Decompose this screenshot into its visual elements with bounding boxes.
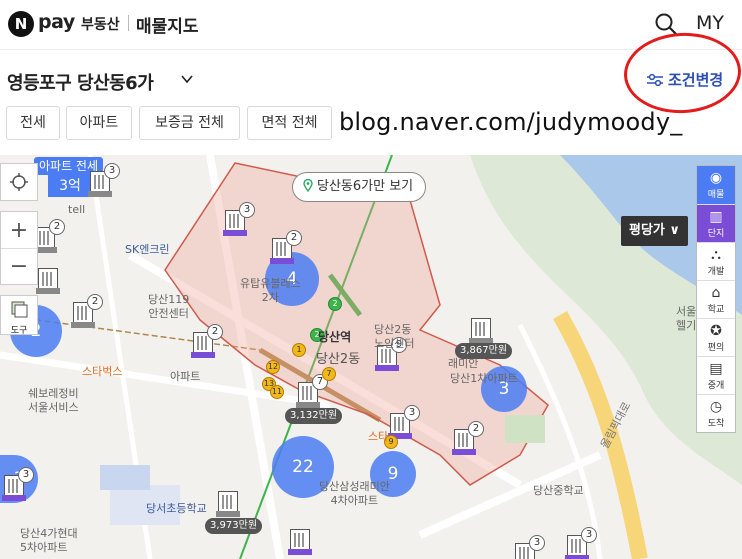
station-marker[interactable]: 12 bbox=[266, 360, 280, 374]
top-bar: N pay 부동산 매물지도 MY bbox=[0, 0, 742, 50]
map-label: 당산2동 bbox=[316, 352, 361, 367]
pyeong-label: 평당가 bbox=[629, 223, 665, 238]
filter-chip-area[interactable]: 면적 전체 bbox=[247, 106, 332, 140]
toolbar-label: 중개 bbox=[707, 381, 725, 391]
search-icon[interactable] bbox=[654, 12, 678, 36]
apartment-price-tag[interactable]: 3억 bbox=[48, 175, 92, 197]
toolbar-agent[interactable]: ▤ 중개 bbox=[697, 356, 735, 394]
right-toolbar: ◉ 매물 ▥ 단지 ⛬ 개발 ⌂ 학교 ✪ 편의 ▤ 중개 ◷ 도착 bbox=[696, 165, 736, 433]
tool-label: 도구 bbox=[10, 326, 28, 336]
apartment-marker[interactable]: 3 bbox=[2, 467, 34, 501]
apartment-marker[interactable] bbox=[288, 529, 312, 555]
map-label: 쉐보레정비 서울서비스 bbox=[28, 387, 79, 414]
apartment-marker[interactable]: 3 bbox=[88, 163, 120, 197]
gps-icon[interactable] bbox=[1, 164, 37, 200]
toolbar-label: 단지 bbox=[707, 229, 725, 239]
convenience-icon: ✪ bbox=[710, 323, 722, 339]
apartment-marker[interactable] bbox=[469, 318, 493, 344]
toolbar-school[interactable]: ⌂ 학교 bbox=[697, 280, 735, 318]
location-bar: 영등포구 당산동6가 조건변경 bbox=[0, 60, 742, 100]
chevron-down-icon: ∨ bbox=[669, 223, 680, 238]
apartment-marker[interactable]: 3 bbox=[223, 202, 255, 236]
brand-divider bbox=[128, 15, 129, 31]
apartment-marker[interactable]: 2 bbox=[191, 324, 223, 358]
location-pin-icon bbox=[303, 179, 313, 192]
filter-icon bbox=[647, 73, 663, 87]
map-label: 당산중학교 bbox=[533, 484, 584, 497]
map-label: 유탑유블레스 2차 bbox=[240, 277, 301, 304]
toolbar-listing[interactable]: ◉ 매물 bbox=[697, 166, 735, 204]
station-marker[interactable]: 11 bbox=[270, 385, 284, 399]
toolbar-convenience[interactable]: ✪ 편의 bbox=[697, 318, 735, 356]
station-marker[interactable]: 2 bbox=[328, 297, 342, 311]
page: N pay 부동산 매물지도 MY 영등포구 당산동6가 조건변경 전세 아파트 bbox=[0, 0, 742, 559]
school-icon: ⌂ bbox=[711, 285, 721, 301]
map-label: 당산119 안전센터 bbox=[148, 293, 190, 320]
price-tag[interactable]: 3,973만원 bbox=[205, 518, 263, 534]
map-label: 서울 헬기 bbox=[676, 305, 697, 332]
price-tag[interactable]: 3,132만원 bbox=[285, 408, 343, 424]
toolbar-arrival[interactable]: ◷ 도착 bbox=[697, 394, 735, 432]
location-title[interactable]: 영등포구 당산동6가 bbox=[7, 69, 154, 95]
map-label: 당서초등학교 bbox=[146, 502, 207, 515]
agent-icon: ▤ bbox=[709, 361, 723, 377]
apartment-marker[interactable] bbox=[216, 491, 240, 517]
station-marker[interactable]: 7 bbox=[322, 367, 336, 381]
brand-name[interactable]: pay bbox=[38, 11, 75, 33]
toolbar-label: 매물 bbox=[707, 190, 725, 200]
arrival-icon: ◷ bbox=[709, 399, 723, 415]
apartment-marker[interactable]: 7 bbox=[296, 374, 328, 408]
map-label: SK엔크린 bbox=[125, 243, 170, 256]
district-pin-label: 당산동6가만 보기 bbox=[317, 179, 414, 194]
map-label: 당산4가현대 5차아파트 bbox=[20, 527, 78, 554]
listing-icon: ◉ bbox=[709, 170, 723, 186]
filter-chip-jeonse[interactable]: 전세 bbox=[6, 106, 60, 140]
zoom-out-button[interactable]: − bbox=[1, 248, 37, 284]
station-marker[interactable]: 1 bbox=[292, 343, 306, 357]
toolbar-label: 개발 bbox=[707, 267, 725, 277]
gps-control bbox=[0, 163, 38, 201]
filter-chip-deposit[interactable]: 보증금 전체 bbox=[139, 106, 240, 140]
map-label: 스타 bbox=[368, 430, 389, 443]
map-label: 당산1차아파트 bbox=[450, 372, 518, 385]
toolbar-complex[interactable]: ▥ 단지 bbox=[697, 204, 735, 242]
toolbar-label: 도착 bbox=[707, 419, 725, 429]
condition-change-label: 조건변경 bbox=[668, 71, 724, 89]
map-label: tell bbox=[68, 203, 86, 216]
price-per-pyeong-toggle[interactable]: 평당가 ∨ bbox=[621, 216, 688, 246]
blog-watermark: blog.naver.com/judymoody_ bbox=[339, 108, 683, 136]
map-label: 당산역 bbox=[318, 330, 352, 344]
apartment-marker[interactable]: 2 bbox=[71, 294, 103, 328]
map-label: 아파트 bbox=[170, 370, 201, 383]
filter-chip-apartment[interactable]: 아파트 bbox=[66, 106, 132, 140]
apartment-marker[interactable]: 3 bbox=[565, 527, 597, 559]
my-button[interactable]: MY bbox=[696, 12, 724, 34]
tool-icon bbox=[11, 301, 28, 318]
page-title[interactable]: 매물지도 bbox=[136, 12, 199, 37]
development-icon: ⛬ bbox=[711, 247, 721, 263]
toolbar-label: 편의 bbox=[707, 343, 725, 353]
tool-control[interactable]: 도구 bbox=[0, 295, 38, 336]
map-label: 당산삼성래미안 4차아파트 bbox=[319, 480, 390, 507]
apartment-marker[interactable]: 3 bbox=[515, 535, 545, 559]
toolbar-label: 학교 bbox=[707, 305, 725, 315]
apartment-marker[interactable]: 2 bbox=[270, 230, 302, 264]
apartment-marker[interactable] bbox=[36, 268, 60, 294]
apartment-marker[interactable]: 2 bbox=[33, 219, 65, 253]
chevron-down-icon[interactable] bbox=[180, 72, 194, 90]
naver-logo[interactable]: N bbox=[8, 11, 34, 37]
complex-icon: ▥ bbox=[709, 209, 723, 225]
map-view[interactable]: 아파트 전세 3억 당산동6가만 보기 4 2 3 22 9 3 3 3 2 2… bbox=[0, 155, 742, 559]
zoom-in-button[interactable]: + bbox=[1, 212, 37, 248]
map-label: 스타벅스 bbox=[82, 365, 123, 378]
condition-change-button[interactable]: 조건변경 bbox=[646, 69, 723, 90]
zoom-control: + − bbox=[0, 211, 38, 285]
brand-sub[interactable]: 부동산 bbox=[81, 14, 120, 34]
district-filter-pin[interactable]: 당산동6가만 보기 bbox=[292, 172, 427, 202]
apartment-marker[interactable]: 2 bbox=[452, 421, 484, 455]
map-label: 래미안 bbox=[448, 357, 479, 370]
map-label: 당산2동 노인센터 bbox=[374, 323, 415, 350]
toolbar-development[interactable]: ⛬ 개발 bbox=[697, 242, 735, 280]
